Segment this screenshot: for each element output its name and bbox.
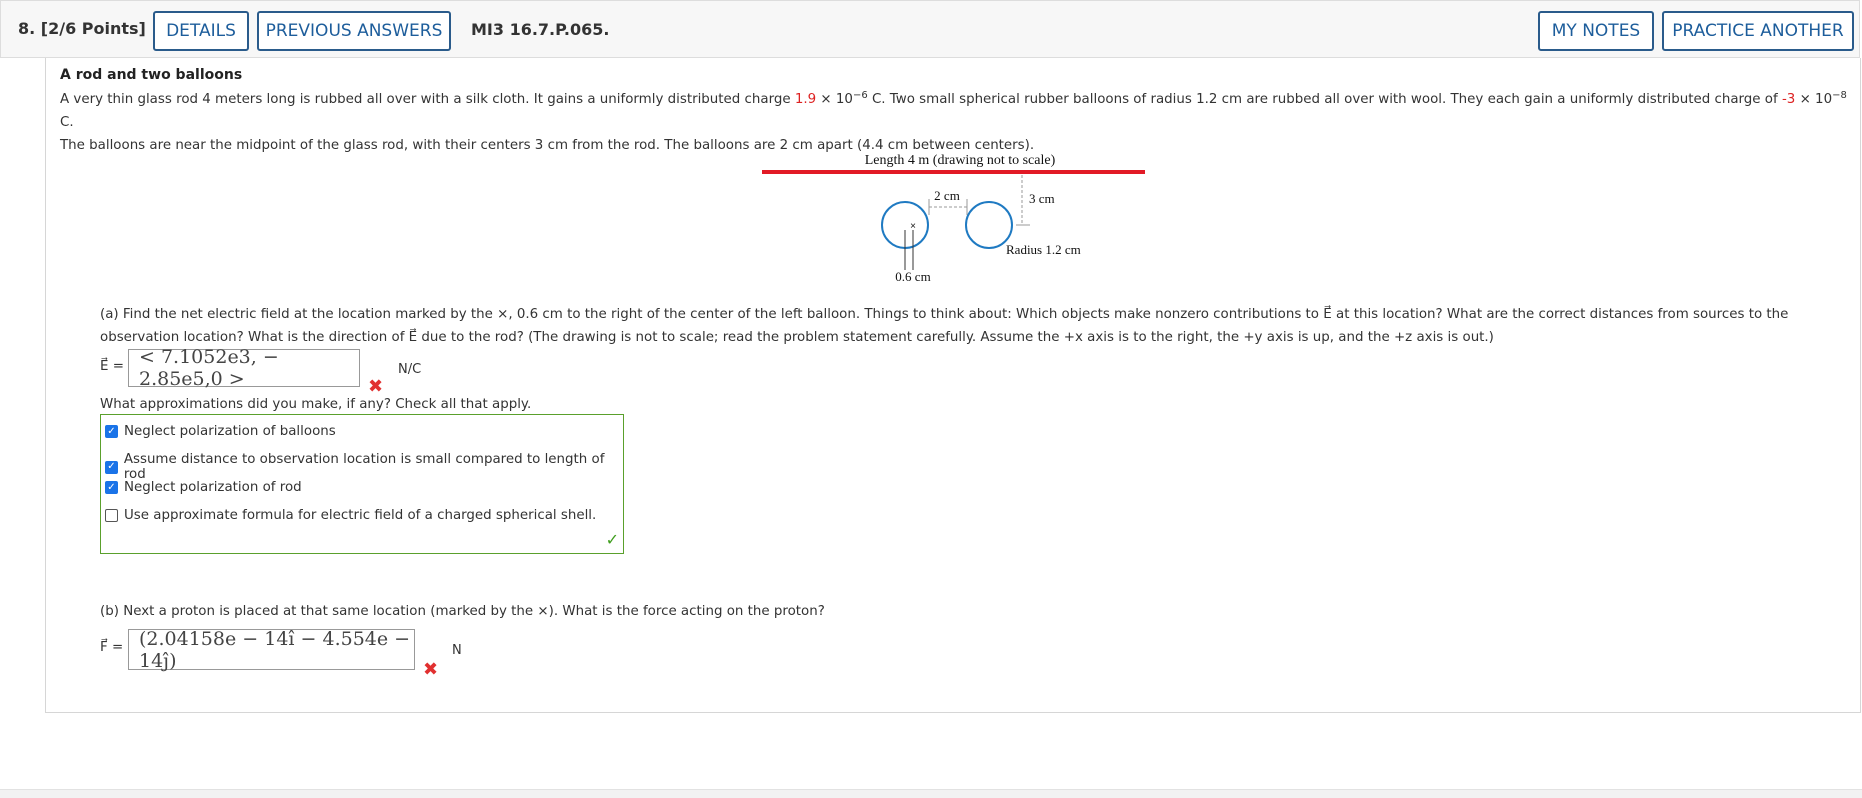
force-answer-input[interactable]: (2.04158e − 14î − 4.554e − 14ĵ): [128, 628, 415, 672]
question-number: 8. [2/6 Points]: [18, 19, 146, 38]
part-a-text-2: at this location? What are the correct d…: [1331, 307, 1789, 322]
approx-option-distance[interactable]: ✓ Assume distance to observation locatio…: [105, 452, 623, 482]
problem-title: A rod and two balloons: [60, 67, 243, 83]
approx-option-shell[interactable]: Use approximate formula for electric fie…: [105, 508, 596, 523]
approx-option-label: Neglect polarization of balloons: [124, 424, 336, 439]
distance-label: 3 cm: [1029, 191, 1055, 206]
problem-code: MI3 16.7.P.065.: [471, 20, 610, 39]
checkbox-checked-icon[interactable]: ✓: [105, 460, 118, 474]
approximation-question: What approximations did you make, if any…: [100, 397, 532, 412]
force-answer-label: F⃗ =: [100, 640, 124, 655]
balloon-charge-times: × 10: [1795, 92, 1833, 107]
previous-answers-button[interactable]: PREVIOUS ANSWERS: [257, 11, 451, 51]
checkbox-checked-icon[interactable]: ✓: [105, 481, 118, 494]
approx-option-balloons[interactable]: ✓ Neglect polarization of balloons: [105, 424, 336, 439]
part-b-question: (b) Next a proton is placed at that same…: [100, 604, 825, 619]
incorrect-icon: ✖: [423, 659, 439, 680]
question-header: 8. [2/6 Points] DETAILS PREVIOUS ANSWERS…: [0, 0, 1860, 58]
question-number-label: 8.: [18, 19, 36, 38]
force-unit: N: [452, 643, 462, 658]
points-label: [2/6 Points]: [40, 19, 146, 38]
e-field-symbol: E⃗: [1323, 307, 1332, 322]
offset-label: 0.6 cm: [895, 269, 930, 284]
statement-text-1: A very thin glass rod 4 meters long is r…: [60, 92, 795, 107]
balloon-charge-value: -3: [1781, 92, 1796, 107]
part-a-text-4: due to the rod? (The drawing is not to s…: [417, 330, 1494, 345]
rod-charge-value: 1.9: [794, 92, 817, 107]
statement-text-2: C. Two small spherical rubber balloons o…: [867, 92, 1782, 107]
approx-option-label: Neglect polarization of rod: [124, 480, 302, 495]
practice-another-button[interactable]: PRACTICE ANOTHER: [1662, 11, 1854, 51]
part-a-text-3: observation location? What is the direct…: [100, 330, 409, 345]
approx-option-rod[interactable]: ✓ Neglect polarization of rod: [105, 480, 302, 495]
balloon-charge-exponent: −8: [1832, 90, 1847, 101]
checkbox-unchecked-icon[interactable]: [105, 509, 118, 522]
correct-check-icon: ✓: [605, 530, 619, 549]
e-field-unit: N/C: [398, 362, 422, 377]
e-field-symbol: E⃗: [408, 330, 418, 345]
gap-label: 2 cm: [934, 188, 960, 203]
rod-charge-exponent: −6: [852, 90, 868, 101]
part-a-text-1: (a) Find the net electric field at the l…: [100, 307, 1324, 322]
e-field-answer-input[interactable]: < 7.1052e3, − 2.85e5,0 >: [128, 346, 360, 390]
my-notes-button[interactable]: MY NOTES: [1538, 11, 1654, 51]
e-field-answer-label: E⃗ =: [100, 359, 124, 374]
statement-text-3: C.: [60, 115, 74, 130]
rod-length-label: Length 4 m (drawing not to scale): [865, 153, 1056, 168]
approximation-checklist: ✓ Neglect polarization of balloons ✓ Ass…: [100, 414, 624, 554]
approx-option-label: Use approximate formula for electric fie…: [124, 508, 597, 523]
details-button[interactable]: DETAILS: [153, 11, 249, 51]
checkbox-checked-icon[interactable]: ✓: [105, 425, 118, 438]
part-a-question: (a) Find the net electric field at the l…: [100, 303, 1840, 349]
approx-option-label: Assume distance to observation location …: [123, 452, 605, 482]
rod-charge-times: × 10: [816, 92, 853, 107]
rod-balloons-diagram: Length 4 m (drawing not to scale) × 2 cm…: [762, 153, 1145, 284]
radius-label: Radius 1.2 cm: [1006, 242, 1081, 257]
